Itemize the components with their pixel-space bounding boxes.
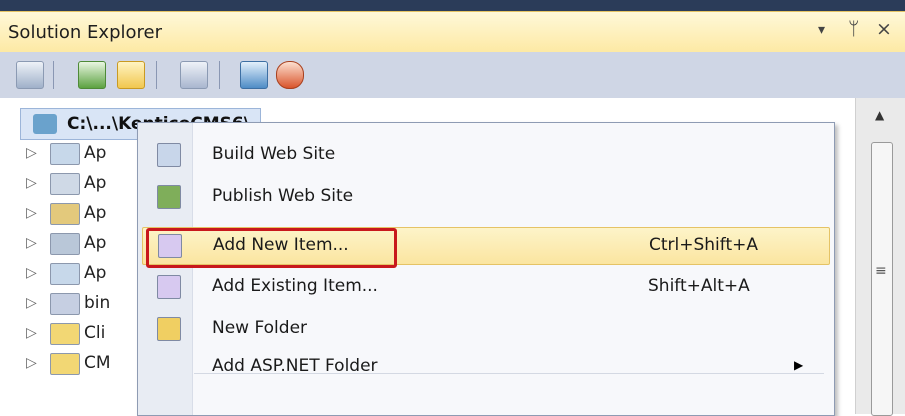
expand-arrow-icon[interactable]: ▷ — [26, 288, 37, 318]
tree-item-label: Ap — [84, 233, 107, 253]
folder-icon — [50, 323, 80, 345]
scrollbar-thumb[interactable]: ≡ — [871, 142, 893, 416]
menu-item-shortcut: Shift+Alt+A — [648, 276, 750, 296]
menu-item-label: Publish Web Site — [212, 186, 354, 206]
tree-item-label: Ap — [84, 203, 107, 223]
aspnet-configuration-icon[interactable] — [276, 61, 304, 89]
tree-item-label: CM — [84, 353, 111, 373]
expand-arrow-icon[interactable]: ▷ — [26, 318, 37, 348]
menu-item-shortcut: Ctrl+Shift+A — [649, 235, 759, 255]
tree-item-label: bin — [84, 293, 111, 313]
highlight-annotation-box — [146, 228, 397, 268]
menu-separator — [194, 373, 824, 374]
menu-item-label: Add Existing Item... — [212, 276, 378, 296]
expand-arrow-icon[interactable]: ▷ — [26, 138, 37, 168]
expand-arrow-icon[interactable]: ▷ — [26, 228, 37, 258]
expand-arrow-icon[interactable]: ▷ — [26, 258, 37, 288]
expand-arrow-icon[interactable]: ▷ — [26, 348, 37, 378]
tree-item-label: Cli — [84, 323, 106, 343]
tree-item-label: Ap — [84, 263, 107, 283]
menu-item-add-asp-net-folder[interactable]: Add ASP.NET Folder ▶ — [142, 349, 828, 385]
expand-arrow-icon[interactable]: ▷ — [26, 168, 37, 198]
scrollbar-grip-icon: ≡ — [875, 263, 887, 279]
context-menu: Build Web Site Publish Web Site Add New It… — [137, 122, 835, 416]
add-existing-item-icon — [157, 275, 181, 299]
website-project-icon — [33, 114, 57, 134]
solution-explorer-title-bar: Solution Explorer ▾ ᛘ × — [0, 11, 905, 53]
vertical-scrollbar[interactable]: ▲ ≡ — [855, 98, 905, 416]
expand-arrow-icon[interactable]: ▷ — [26, 198, 37, 228]
properties-icon[interactable] — [16, 61, 44, 89]
menu-item-label: New Folder — [212, 318, 308, 338]
close-icon[interactable]: × — [876, 18, 892, 40]
tree-item-label: Ap — [84, 173, 107, 193]
folder-app-data-icon — [50, 173, 80, 195]
menu-item-new-folder[interactable]: New Folder — [142, 311, 828, 347]
folder-app-theme-icon — [50, 233, 80, 255]
new-folder-icon — [157, 317, 181, 341]
copy-website-icon[interactable] — [240, 61, 268, 89]
nest-related-files-icon[interactable] — [117, 61, 145, 89]
submenu-arrow-icon: ▶ — [794, 358, 804, 372]
scroll-up-arrow-icon[interactable]: ▲ — [875, 108, 884, 122]
toolbar-separator — [53, 61, 54, 89]
panel-title: Solution Explorer — [8, 22, 162, 43]
publish-icon — [157, 185, 181, 209]
folder-bin-icon — [50, 293, 80, 315]
solution-explorer-toolbar — [0, 52, 905, 99]
folder-app-webref-icon — [50, 263, 80, 285]
toolbar-separator — [156, 61, 157, 89]
window-position-dropdown-icon[interactable]: ▾ — [818, 22, 825, 38]
toolbar-separator — [219, 61, 220, 89]
menu-item-build-web-site[interactable]: Build Web Site — [142, 137, 828, 173]
build-icon — [157, 143, 181, 167]
refresh-icon[interactable] — [78, 61, 106, 89]
tree-item-label: Ap — [84, 143, 107, 163]
folder-app-browsers-icon — [50, 203, 80, 225]
menu-item-label: Build Web Site — [212, 144, 336, 164]
menu-item-add-existing-item[interactable]: Add Existing Item... Shift+Alt+A — [142, 269, 828, 305]
menu-item-publish-web-site[interactable]: Publish Web Site — [142, 179, 828, 215]
auto-hide-pin-icon[interactable]: ᛘ — [848, 18, 859, 40]
folder-app-code-icon — [50, 143, 80, 165]
window-top-strip — [0, 0, 905, 11]
folder-icon — [50, 353, 80, 375]
view-class-diagram-icon[interactable] — [180, 61, 208, 89]
